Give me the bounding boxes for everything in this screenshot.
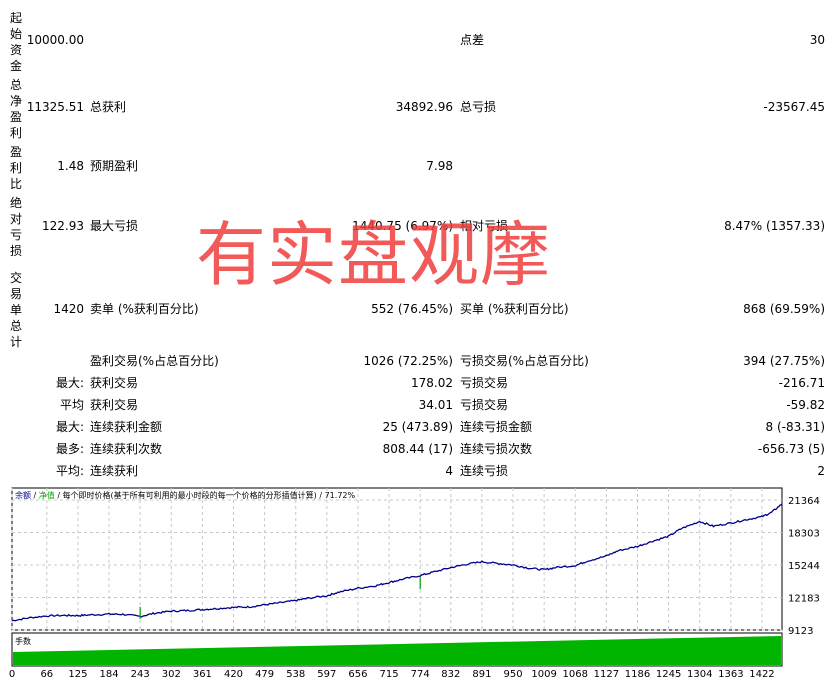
row-key-left: 卖单 (%获利百分比) (90, 302, 199, 316)
stat-prefix: 最大: (55, 420, 84, 434)
stat-key-left: 连续获利次数 (90, 442, 163, 456)
stat-key-right: 连续亏损金额 (460, 420, 533, 434)
row-value-right: 868 (69.59%) (743, 302, 825, 316)
row-main-value: 122.93 (42, 219, 84, 233)
row-key-right: 买单 (%获利百分比) (460, 302, 569, 316)
chart-legend: 余额 / 净值 / 每个即时价格(基于所有可利用的最小时段的每一个价格的分形插值… (15, 490, 355, 500)
x-tick-label: 1304 (687, 669, 712, 680)
legend-sep: / (31, 491, 39, 500)
x-tick-label: 66 (40, 669, 53, 680)
x-tick-label: 656 (348, 669, 367, 680)
stat-key-left: 获利交易 (90, 376, 139, 390)
row-main-value: 11325.51 (26, 100, 84, 114)
watermark: 有实盘观摩 (196, 214, 551, 296)
x-tick-label: 832 (441, 669, 460, 680)
stat-key-right: 连续亏损次数 (460, 442, 533, 456)
x-tick-label: 950 (503, 669, 522, 680)
stat-prefix: 最大: (55, 376, 84, 390)
row-value-right: 8.47% (1357.33) (724, 219, 825, 233)
stat-value-left: 178.02 (411, 376, 453, 390)
y-tick-label: 18303 (788, 529, 820, 540)
x-tick-label: 1245 (656, 669, 681, 680)
stat-key-right: 亏损交易 (460, 398, 509, 412)
row-main-value: 1.48 (57, 159, 84, 173)
x-tick-label: 774 (411, 669, 430, 680)
stat-prefix: 最多: (55, 442, 84, 456)
legend-note: 每个即时价格(基于所有可利用的最小时段的每一个价格的分形插值计算) (63, 490, 317, 500)
x-tick-label: 479 (255, 669, 274, 680)
stat-value-left: 4 (445, 464, 453, 478)
legend-balance: 余额 (15, 490, 31, 500)
x-tick-label: 1009 (531, 669, 556, 680)
balance-chart: 21364 18303 15244 12183 9123 0 66 125 184 243 302 3… (9, 487, 820, 680)
row-key-right: 总亏损 (460, 100, 497, 114)
stat-prefix: 平均 (59, 398, 84, 412)
stat-value-right: 8 (-83.31) (765, 420, 826, 434)
y-tick-label: 15244 (788, 561, 820, 572)
stat-key-left: 连续获利金额 (90, 420, 163, 434)
x-tick-label: 184 (99, 669, 118, 680)
row-value-left: 7.98 (426, 159, 453, 173)
x-tick-label: 125 (68, 669, 87, 680)
row-key-right: 点差 (460, 33, 485, 47)
x-tick-label: 361 (193, 669, 212, 680)
legend-equity: 净值 (39, 490, 55, 500)
x-tick-label: 243 (131, 669, 150, 680)
row-vertical-label: 起始资金 (9, 11, 22, 73)
row-key-left: 预期盈利 (90, 159, 139, 173)
legend-sep: / (55, 491, 63, 500)
stat-value-right: 394 (27.75%) (743, 354, 825, 368)
stat-value-right: -656.73 (5) (757, 442, 825, 456)
row-main-value: 1420 (53, 302, 84, 316)
x-tick-label: 420 (224, 669, 243, 680)
stat-value-left: 1026 (72.25%) (363, 354, 453, 368)
x-tick-label: 1363 (718, 669, 743, 680)
stat-key-right: 亏损交易 (460, 376, 509, 390)
row-main-value: 10000.00 (26, 33, 84, 47)
stat-prefix: 平均: (55, 464, 84, 478)
stat-value-right: 2 (817, 464, 825, 478)
y-tick-label: 12183 (788, 594, 820, 605)
stat-value-right: -59.82 (786, 398, 825, 412)
x-tick-label: 715 (380, 669, 399, 680)
row-vertical-label: 盈利比 (9, 145, 22, 191)
x-tick-label: 0 (9, 669, 15, 680)
stat-value-left: 808.44 (17) (382, 442, 453, 456)
legend-sep: / (317, 491, 325, 500)
stat-key-right: 亏损交易(%占总百分比) (460, 354, 589, 368)
x-tick-label: 891 (472, 669, 491, 680)
x-tick-label: 1186 (625, 669, 650, 680)
x-tick-label: 538 (286, 669, 305, 680)
x-tick-label: 1068 (563, 669, 588, 680)
chart-frame (11, 487, 783, 631)
volume-label: 手数 (15, 636, 31, 646)
stat-value-right: -216.71 (778, 376, 825, 390)
row-key-left: 总获利 (90, 100, 127, 114)
stat-key-left: 盈利交易(%占总百分比) (90, 354, 219, 368)
row-vertical-label: 绝对亏损 (9, 196, 22, 258)
x-tick-label: 302 (162, 669, 181, 680)
stat-value-left: 34.01 (418, 398, 453, 412)
row-vertical-label: 交易单总计 (9, 271, 22, 349)
row-value-left: 34892.96 (395, 100, 453, 114)
row-key-left: 最大亏损 (90, 219, 139, 233)
row-value-left: 552 (76.45%) (371, 302, 453, 316)
row-value-right: 30 (809, 33, 825, 47)
row-vertical-label: 总净盈利 (9, 78, 22, 140)
stat-key-right: 连续亏损 (460, 464, 509, 478)
x-tick-label: 1127 (594, 669, 619, 680)
y-tick-label: 9123 (788, 626, 813, 637)
x-tick-label: 1422 (749, 669, 774, 680)
stat-value-left: 25 (473.89) (382, 420, 453, 434)
row-value-right: -23567.45 (763, 100, 825, 114)
x-tick-label: 597 (317, 669, 336, 680)
stat-key-left: 连续获利 (90, 464, 139, 478)
stat-key-left: 获利交易 (90, 398, 139, 412)
y-tick-label: 21364 (788, 496, 820, 507)
legend-quality: 71.72% (325, 491, 356, 500)
